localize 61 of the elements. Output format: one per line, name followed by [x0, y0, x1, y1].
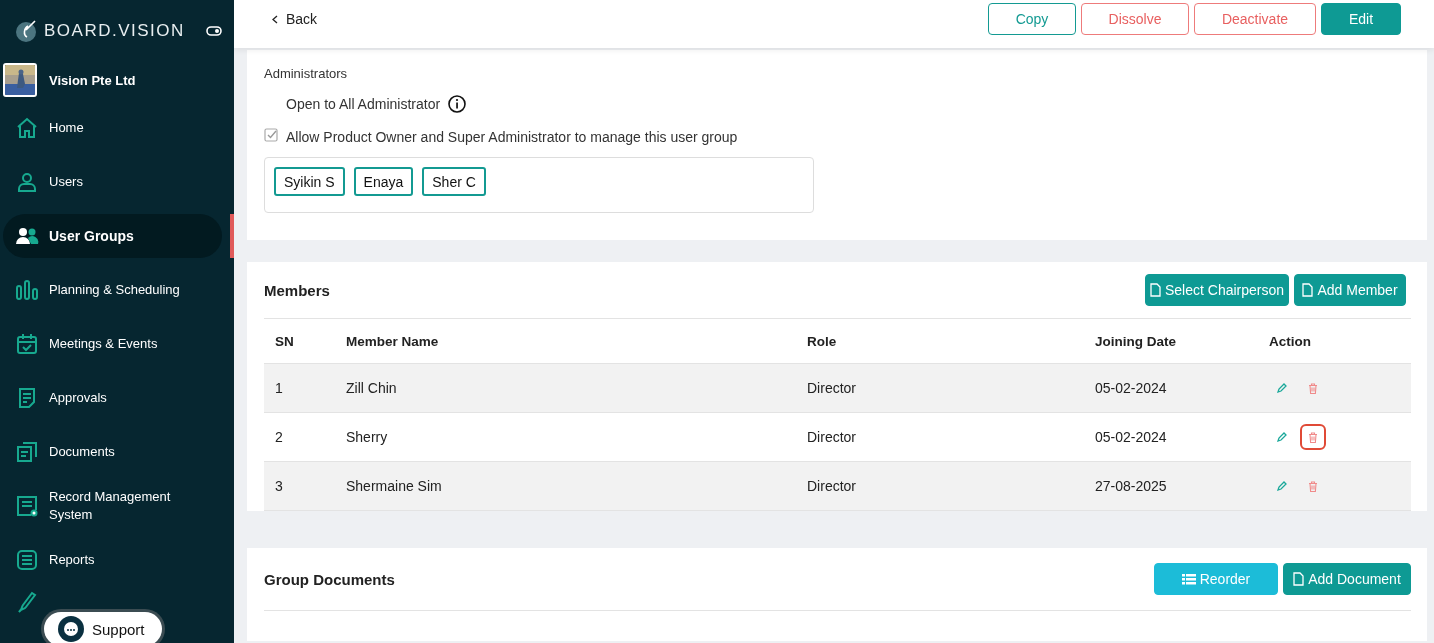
column-header: Action	[1268, 319, 1411, 364]
administrator-chip: Sher C	[422, 167, 486, 196]
administrators-field[interactable]: Syikin S Enaya Sher C	[264, 157, 814, 213]
active-indicator	[230, 214, 234, 258]
logo-icon	[14, 19, 38, 43]
table-cell: 3	[264, 461, 345, 511]
list-icon	[15, 548, 39, 572]
list-icon	[1181, 573, 1196, 585]
support-button[interactable]: Support	[44, 612, 162, 643]
home-icon	[15, 116, 39, 140]
table-cell: Zill Chin	[345, 363, 806, 413]
section-title: Members	[264, 281, 330, 299]
table-cell: Director	[806, 461, 1094, 511]
table-cell: 1	[264, 363, 345, 413]
file-icon	[1302, 283, 1314, 297]
administrator-chip: Syikin S	[274, 167, 345, 196]
organization-name: Vision Pte Ltd	[49, 72, 136, 88]
record-icon	[15, 494, 39, 518]
administrator-chip: Enaya	[353, 167, 414, 196]
user-icon	[15, 170, 39, 194]
bar-chart-icon	[15, 278, 39, 302]
edit-icon[interactable]	[1276, 431, 1288, 443]
info-icon[interactable]	[448, 94, 467, 113]
edit-icon[interactable]	[1276, 480, 1288, 492]
checkbox-label: Allow Product Owner and Super Administrator to manage this user group	[286, 128, 738, 145]
sidebar-item[interactable]: Approvals	[3, 376, 222, 420]
back-link[interactable]: Back	[272, 11, 318, 27]
toggle-icon[interactable]	[206, 26, 222, 36]
sidebar-item[interactable]: User Groups	[3, 214, 222, 258]
calendar-icon	[15, 332, 39, 356]
sidebar-item[interactable]: Documents	[3, 430, 222, 474]
table-cell: 05-02-2024	[1094, 363, 1268, 413]
brand-name: BOARD.VISION	[44, 21, 185, 41]
table-cell: Shermaine Sim	[345, 461, 806, 511]
trash-icon[interactable]	[1308, 431, 1318, 443]
edit-icon[interactable]	[1276, 382, 1288, 394]
table-cell: 27-08-2025	[1094, 461, 1268, 511]
sidebar-item[interactable]: Planning & Scheduling	[3, 268, 222, 312]
sidebar-item[interactable]: Record Management System	[3, 484, 222, 528]
sidebar-item[interactable]: Meetings & Events	[3, 322, 222, 366]
documents-icon	[15, 440, 39, 464]
section-label: Administrators	[264, 66, 349, 81]
pen-icon	[15, 590, 39, 614]
column-header: Role	[806, 319, 1094, 364]
setting-label: Open to All Administrator	[286, 95, 441, 112]
chevron-left-icon	[272, 14, 278, 24]
sidebar-item[interactable]: Home	[3, 106, 222, 150]
table-cell: Director	[806, 363, 1094, 413]
chat-icon	[58, 616, 84, 642]
checkbox[interactable]	[264, 128, 278, 142]
sidebar-item[interactable]: Users	[3, 160, 222, 204]
column-header: Joining Date	[1094, 319, 1268, 364]
trash-icon[interactable]	[1308, 480, 1318, 492]
sidebar-item[interactable]: Reports	[3, 538, 222, 582]
column-header: SN	[264, 319, 345, 364]
file-icon	[1149, 283, 1161, 297]
section-title: Group Documents	[264, 570, 395, 588]
trash-icon[interactable]	[1308, 382, 1318, 394]
action-button[interactable]: Copy	[988, 3, 1076, 35]
file-icon	[1293, 572, 1305, 586]
column-header: Member Name	[345, 319, 806, 364]
